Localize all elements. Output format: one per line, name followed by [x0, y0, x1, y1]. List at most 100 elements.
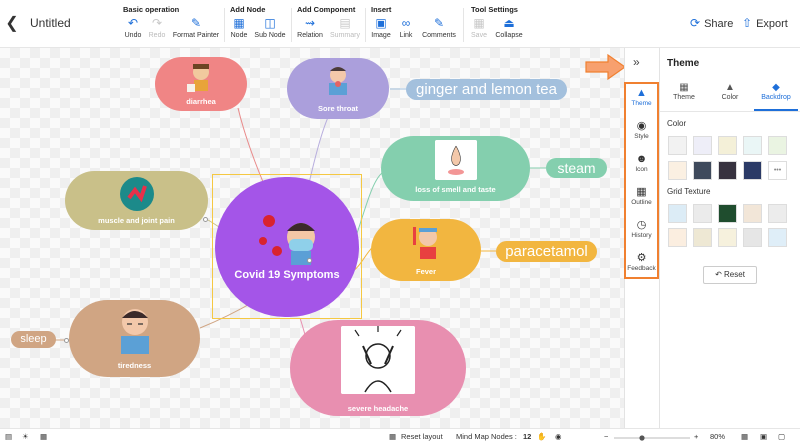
color-swatch[interactable] [693, 161, 712, 180]
wrench-icon: ⚙ [636, 252, 647, 264]
clock-icon: ◷ [636, 219, 647, 231]
add-sub-node-button[interactable]: ◫ Sub Node [253, 14, 287, 46]
active-tab-indicator [754, 109, 798, 111]
panel-title: Theme [667, 58, 700, 69]
texture-swatch[interactable] [743, 204, 762, 223]
mind-map-canvas[interactable]: Covid 19 Symptoms diarrhea Sore throat g… [0, 48, 624, 428]
texture-swatch[interactable] [768, 228, 787, 247]
texture-swatch[interactable] [668, 204, 687, 223]
eye-icon[interactable]: ◉ [555, 432, 562, 441]
fullscreen-icon[interactable]: ▣ [760, 432, 767, 441]
outline-icon: ▦ [636, 186, 647, 198]
group-add-component: Add Component [297, 5, 356, 14]
sidebar-item-style[interactable]: ◉ Style [626, 119, 657, 140]
sore-throat-illustration [329, 67, 347, 95]
relation-icon: ⇝ [304, 16, 316, 30]
brush-icon: ✎ [190, 16, 202, 30]
sidebar-item-outline[interactable]: ▦ Outline [626, 185, 657, 206]
color-swatch[interactable] [743, 161, 762, 180]
texture-swatch[interactable] [718, 228, 737, 247]
fit-icon[interactable]: ▦ [741, 432, 748, 441]
node-loss-smell-taste[interactable]: loss of smell and taste [381, 136, 530, 201]
format-painter-button[interactable]: ✎ Format Painter [172, 14, 220, 46]
color-swatch[interactable] [693, 136, 712, 155]
sun-icon[interactable]: ☀ [22, 432, 29, 441]
tab-color[interactable]: ▲ Color [708, 82, 752, 101]
list-icon[interactable]: ▤ [5, 432, 12, 441]
collapse-panel-icon[interactable]: » [633, 55, 640, 69]
undo-icon: ↶ [127, 16, 139, 30]
undo-button[interactable]: ↶ Undo [122, 14, 144, 46]
reset-button[interactable]: ↶ Reset [703, 266, 757, 284]
color-swatch[interactable] [768, 136, 787, 155]
grid-icon[interactable]: ▦ [40, 432, 47, 441]
export-button[interactable]: ⇧ Export [742, 16, 788, 30]
zoom-in-icon[interactable]: + [694, 432, 698, 441]
zoom-level[interactable]: 80% [710, 432, 725, 441]
color-swatch[interactable] [668, 161, 687, 180]
reset-layout-button[interactable]: Reset layout [401, 432, 443, 441]
group-basic-operation: Basic operation [123, 5, 180, 14]
sidebar-item-feedback[interactable]: ⚙ Feedback [626, 251, 657, 272]
color-swatch[interactable] [668, 136, 687, 155]
grid-texture-section-label: Grid Texture [667, 187, 711, 196]
tag-ginger-lemon-tea[interactable]: ginger and lemon tea [406, 79, 567, 100]
node-fever[interactable]: Fever [371, 219, 481, 281]
sidebar-item-theme[interactable]: ▲ Theme [626, 86, 657, 107]
node-count-label: Mind Map Nodes : [456, 432, 517, 441]
group-insert: Insert [371, 5, 392, 14]
tab-backdrop[interactable]: ◆ Backdrop [754, 82, 798, 101]
node-muscle-joint-pain[interactable]: muscle and joint pain [65, 171, 208, 230]
color-swatch[interactable] [718, 161, 737, 180]
node-label: Fever [415, 267, 436, 276]
relation-button[interactable]: ⇝ Relation [296, 14, 324, 46]
node-tiredness[interactable]: tiredness [69, 300, 200, 377]
texture-swatch[interactable] [743, 228, 762, 247]
texture-swatch[interactable] [668, 228, 687, 247]
hand-icon[interactable]: ✋ [537, 432, 546, 441]
texture-swatch[interactable] [693, 204, 712, 223]
close-icon[interactable] [307, 258, 312, 263]
insert-image-button[interactable]: ▣ Image [369, 14, 393, 46]
share-button[interactable]: ⟳ Share [690, 16, 733, 30]
sidebar-tabs: ▲ Theme ◉ Style ☻ Icon ▦ Outline ◷ History ⚙ F… [624, 82, 659, 279]
node-label: tiredness [117, 361, 152, 370]
central-topic-node[interactable]: Covid 19 Symptoms [215, 177, 359, 317]
tag-steam[interactable]: steam [546, 158, 607, 178]
summary-button[interactable]: ▤ Summary [328, 14, 362, 46]
more-colors-button[interactable]: ••• [768, 161, 787, 180]
back-arrow-icon[interactable]: ❮ [4, 14, 20, 34]
document-title[interactable]: Untitled [30, 16, 71, 30]
reset-layout-icon: ▦ [389, 432, 397, 441]
redo-button[interactable]: ↷ Redo [146, 14, 168, 46]
expand-icon[interactable]: ▢ [778, 432, 785, 441]
texture-swatch[interactable] [768, 204, 787, 223]
zoom-slider[interactable] [614, 435, 690, 441]
texture-swatch[interactable] [718, 204, 737, 223]
collapse-button[interactable]: ⏏ Collapse [494, 14, 524, 46]
tab-theme[interactable]: ▦ Theme [662, 82, 706, 101]
color-swatch[interactable] [743, 136, 762, 155]
tag-sleep[interactable]: sleep [11, 331, 56, 348]
node-diarrhea[interactable]: diarrhea [155, 57, 247, 111]
sidebar-item-history[interactable]: ◷ History [626, 218, 657, 239]
node-severe-headache[interactable]: severe headache [290, 320, 466, 416]
divider [365, 8, 366, 42]
texture-swatch[interactable] [693, 228, 712, 247]
node-count: 12 [523, 432, 532, 441]
save-button[interactable]: ▦ Save [469, 14, 489, 46]
export-icon: ⇧ [742, 16, 753, 30]
node-label: diarrhea [186, 97, 216, 106]
zoom-out-icon[interactable]: − [604, 432, 608, 441]
node-sore-throat[interactable]: Sore throat [287, 58, 389, 119]
insert-link-button[interactable]: ∞ Link [396, 14, 416, 46]
group-add-node: Add Node [230, 5, 266, 14]
color-swatch[interactable] [718, 136, 737, 155]
sidebar-item-icon[interactable]: ☻ Icon [626, 152, 657, 173]
add-node-button[interactable]: ▦ Node [229, 14, 249, 46]
tag-paracetamol[interactable]: paracetamol [496, 241, 597, 262]
save-icon: ▦ [473, 16, 485, 30]
diarrhea-illustration [187, 64, 209, 92]
insert-comments-button[interactable]: ✎ Comments [421, 14, 457, 46]
muscle-pain-illustration [119, 177, 154, 211]
